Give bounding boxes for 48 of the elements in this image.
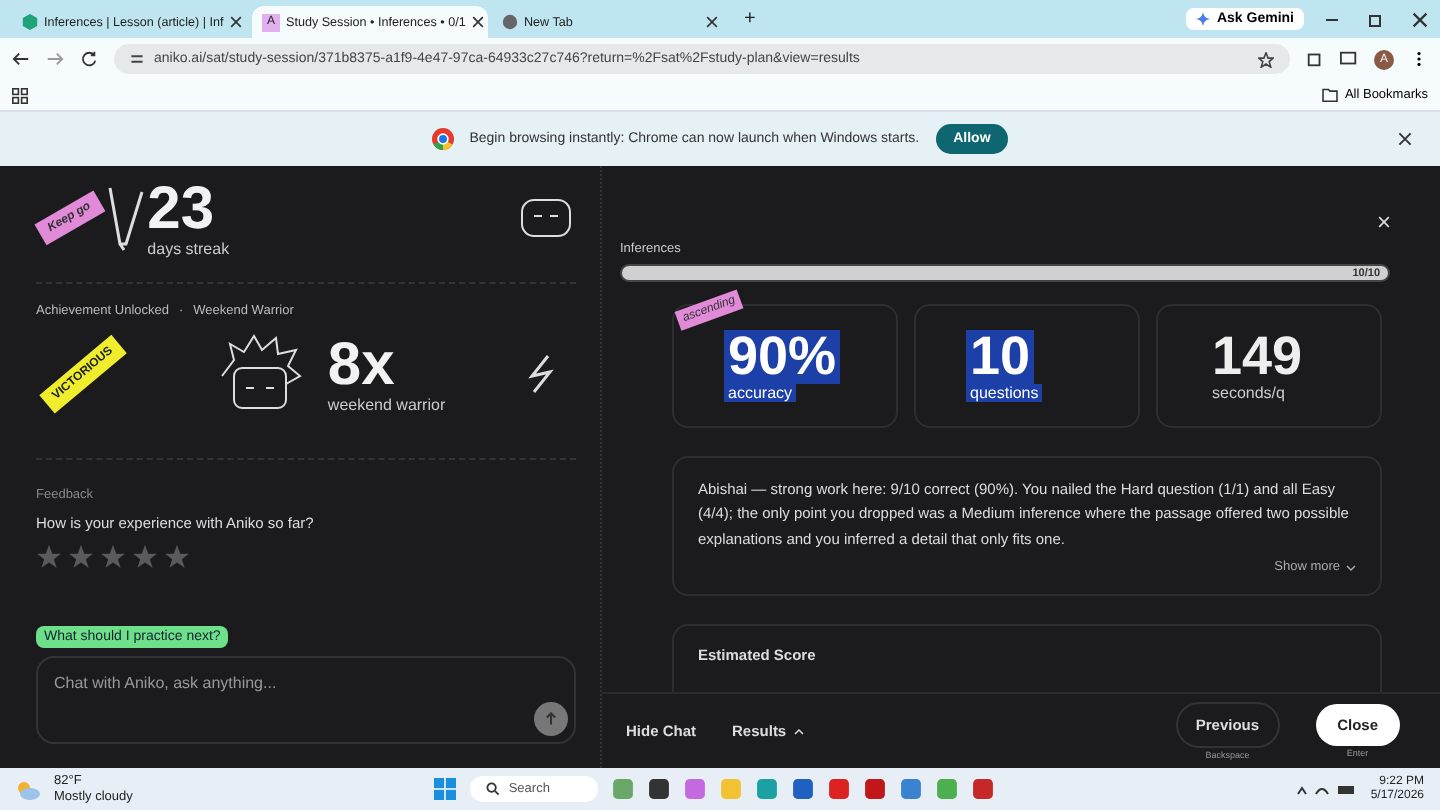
star-icon[interactable] [36,544,62,570]
folder-icon [1322,88,1339,102]
search-icon [486,782,501,796]
system-tray-icons[interactable] [1296,781,1357,797]
app-icon[interactable] [792,778,815,800]
site-info-icon[interactable] [130,52,144,66]
streak-count: 23 [147,179,217,239]
windows-logo-icon[interactable] [434,778,457,800]
back-icon[interactable] [12,50,30,68]
sparkle-icon [1196,12,1211,26]
forward-icon[interactable] [46,50,64,68]
arrow-up-icon [544,712,558,726]
stat-value: 10 [966,330,1035,384]
reload-icon[interactable] [80,50,98,68]
stat-label: seconds/q [1210,384,1287,402]
chevron-down-icon [1346,563,1356,572]
restore-icon[interactable] [1368,11,1384,27]
app-icon[interactable] [648,778,671,800]
stat-label: questions [966,384,1043,402]
close-icon[interactable] [706,16,718,28]
chrome-logo-icon [431,128,454,150]
star-rating[interactable] [36,544,190,570]
cartoon-head-drawing [516,196,576,240]
stat-value: 149 [1210,330,1305,384]
close-icon[interactable] [229,16,242,28]
chevron-up-icon [794,727,805,735]
chat-input[interactable]: Chat with Aniko, ask anything... [36,656,576,744]
media-icon[interactable] [1340,50,1358,68]
sword-icon [103,184,148,252]
stat-value: 90% [724,330,841,384]
close-icon[interactable] [1398,132,1412,146]
star-icon[interactable] [164,544,190,570]
achievement-count: 8x [327,335,397,395]
close-icon[interactable] [471,16,484,28]
star-icon[interactable] [132,544,158,570]
lightning-icon [527,354,556,394]
bookmark-star-icon[interactable] [1258,51,1274,67]
hexagon-icon [22,14,38,30]
achievement-label: weekend warrior [327,395,446,413]
streak-label: days streak [147,239,230,257]
star-icon[interactable] [100,544,126,570]
new-tab-button[interactable]: + [732,8,768,30]
app-icon[interactable] [972,778,995,800]
apps-grid-icon[interactable] [12,87,28,103]
star-icon[interactable] [68,544,94,570]
app-icon[interactable] [864,778,887,800]
stat-label: accuracy [724,384,797,402]
close-icon[interactable] [1412,11,1428,27]
